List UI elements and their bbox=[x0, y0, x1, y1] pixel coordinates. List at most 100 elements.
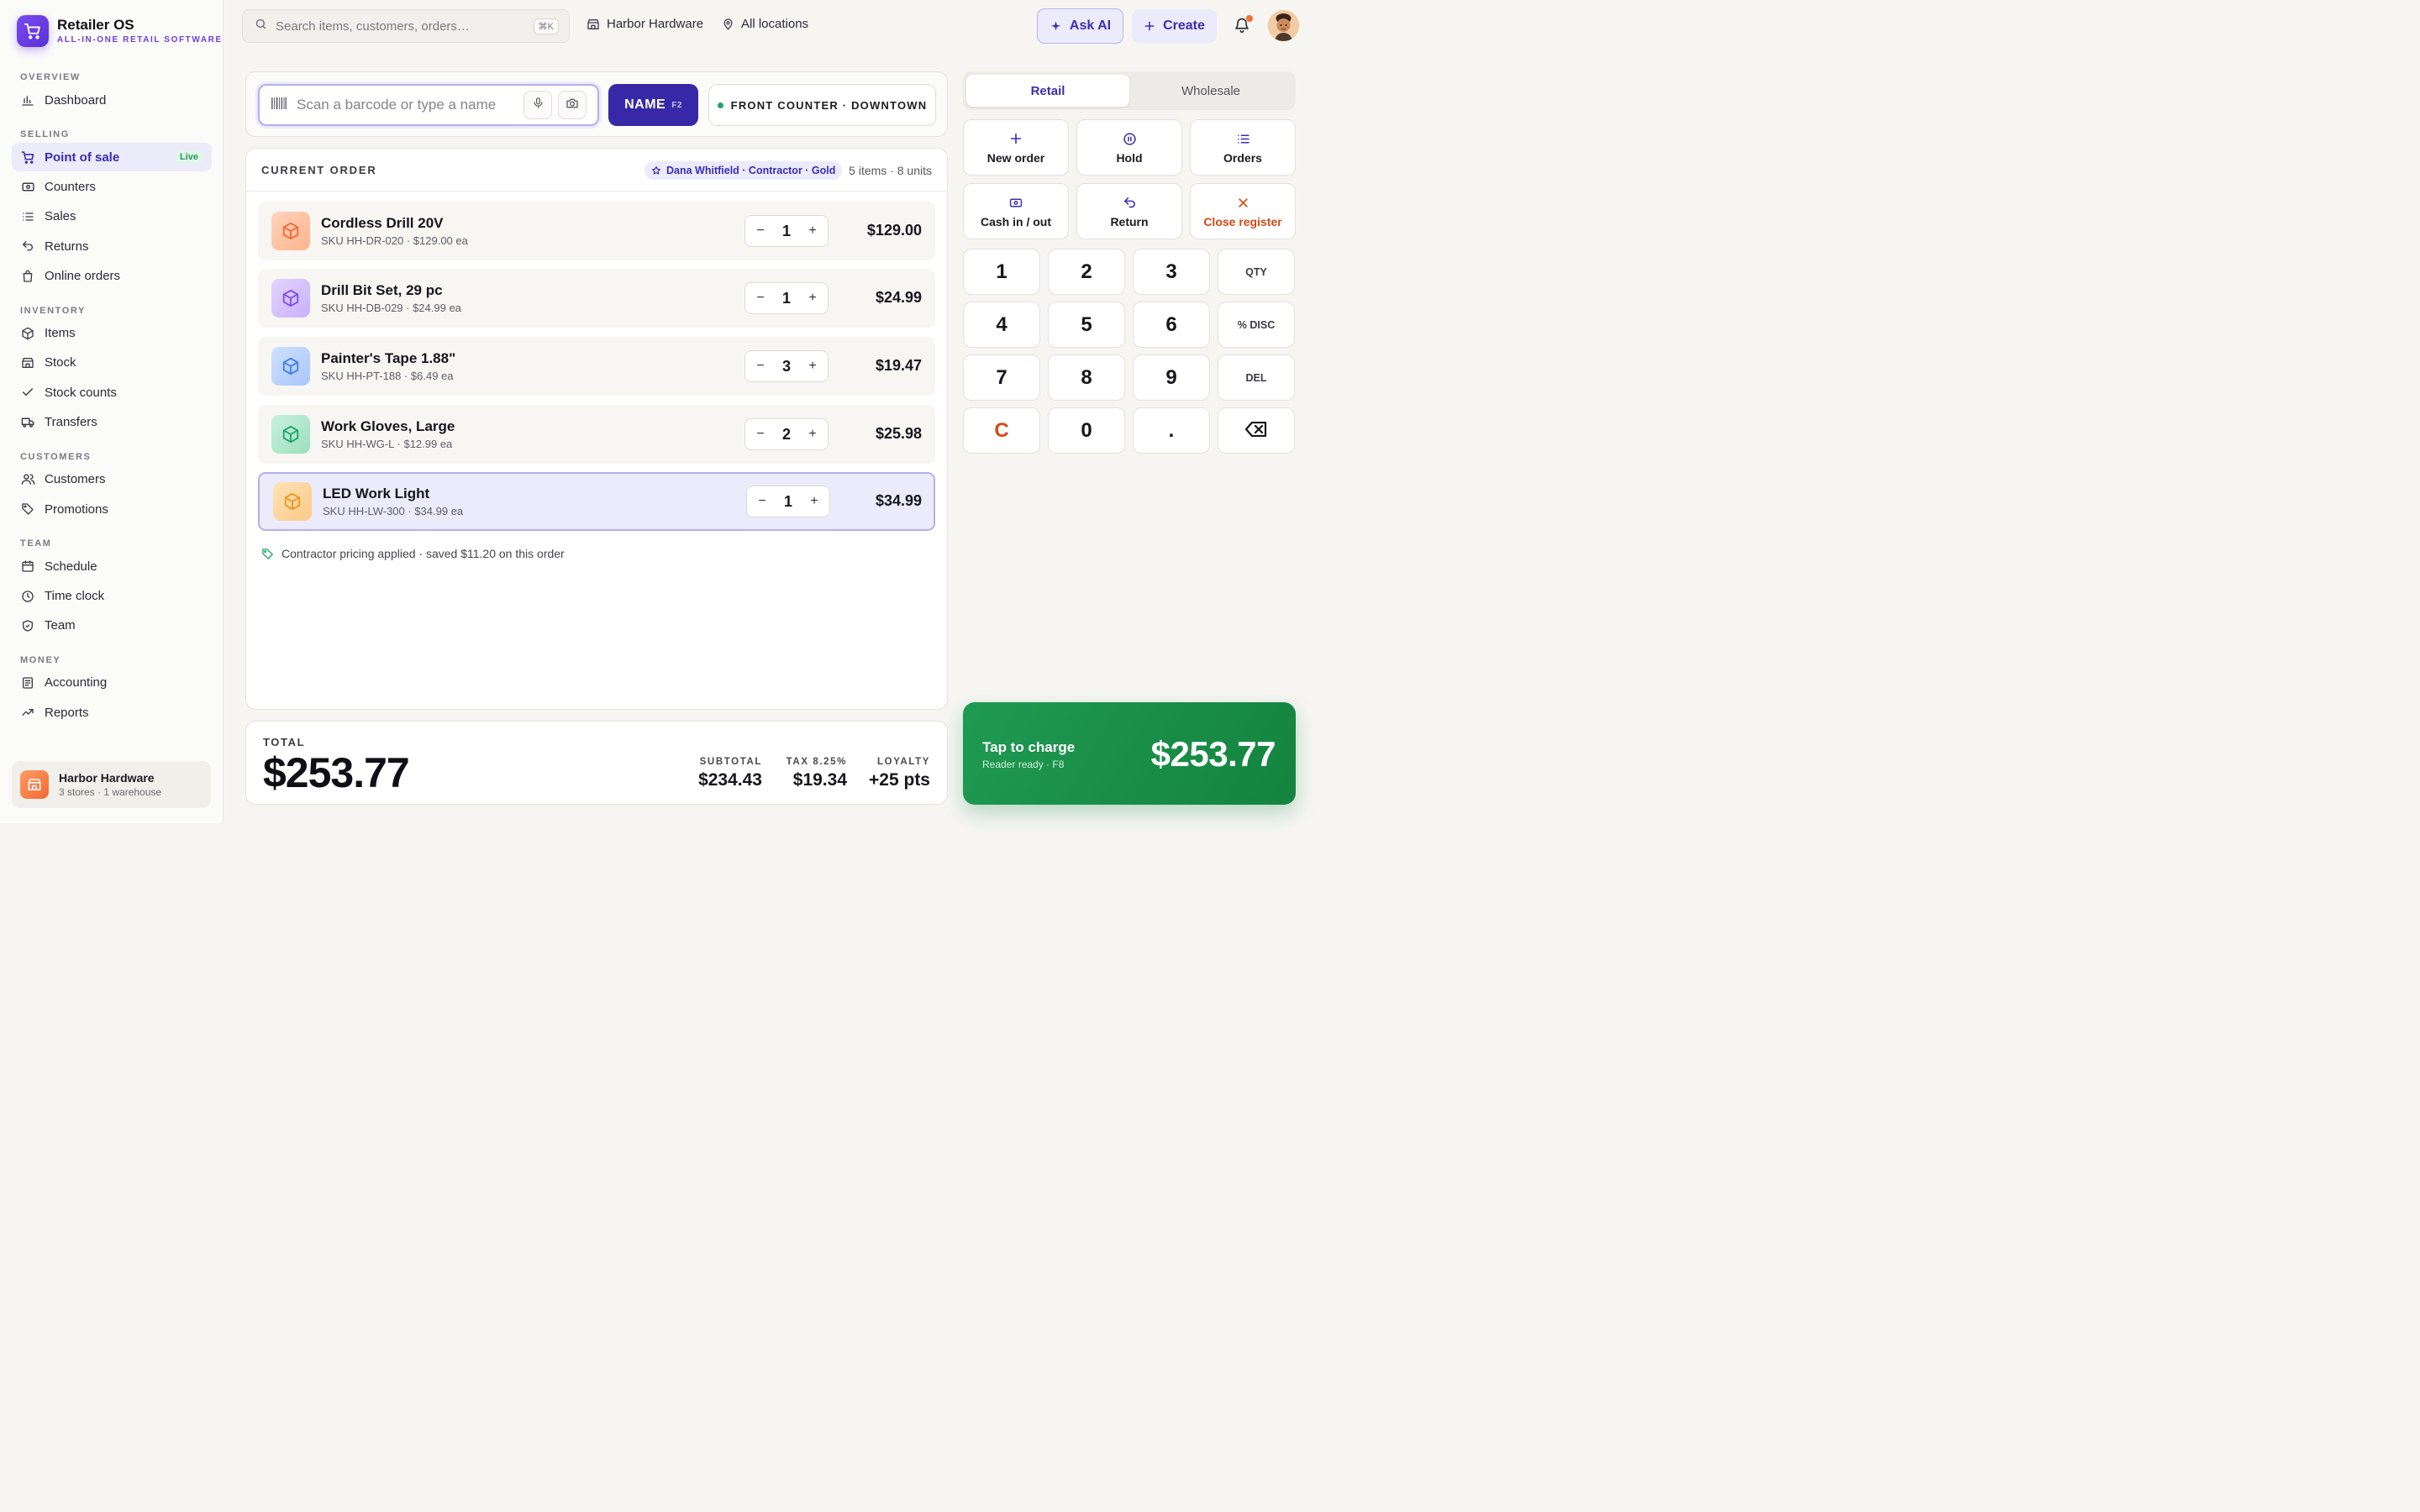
increment-button[interactable]: + bbox=[806, 359, 819, 374]
sidebar-item-dashboard[interactable]: Dashboard bbox=[12, 86, 212, 114]
brand[interactable]: Retailer OS ALL-IN-ONE RETAIL SOFTWARE bbox=[17, 15, 223, 47]
hold-button[interactable]: Hold bbox=[1076, 119, 1182, 176]
create-button[interactable]: Create bbox=[1132, 9, 1217, 43]
key-7[interactable]: 7 bbox=[963, 354, 1040, 401]
key-decimal[interactable]: . bbox=[1133, 407, 1210, 454]
sidebar-item-point-of-sale[interactable]: Point of sale Live bbox=[12, 143, 212, 171]
key-0[interactable]: 0 bbox=[1048, 407, 1125, 454]
barcode-input[interactable] bbox=[297, 97, 515, 113]
sidebar-item-accounting[interactable]: Accounting bbox=[12, 669, 212, 697]
voice-search-button[interactable] bbox=[523, 91, 552, 119]
key-6[interactable]: 6 bbox=[1133, 302, 1210, 348]
box-icon bbox=[20, 326, 35, 341]
store-selector[interactable]: Harbor Hardware bbox=[587, 17, 703, 31]
line-item[interactable]: Cordless Drill 20V SKU HH-DR-020 · $129.… bbox=[258, 202, 935, 260]
tab-retail[interactable]: Retail bbox=[966, 75, 1129, 107]
increment-button[interactable]: + bbox=[806, 223, 819, 239]
sidebar-item-transfers[interactable]: Transfers bbox=[12, 408, 212, 437]
register-label: FRONT COUNTER · DOWNTOWN bbox=[730, 98, 928, 112]
search-input[interactable] bbox=[276, 18, 519, 34]
decrement-button[interactable]: − bbox=[754, 223, 767, 239]
tap-to-charge-button[interactable]: Tap to charge Reader ready · F8 $253.77 bbox=[963, 702, 1296, 805]
sidebar-item-items[interactable]: Items bbox=[12, 319, 212, 348]
sidebar-item-counters[interactable]: Counters bbox=[12, 172, 212, 201]
decrement-button[interactable]: − bbox=[754, 291, 767, 306]
orders-button[interactable]: Orders bbox=[1190, 119, 1296, 176]
key-backspace[interactable] bbox=[1218, 407, 1295, 454]
undo-icon bbox=[20, 239, 35, 254]
search-shortcut: ⌘K bbox=[533, 18, 559, 34]
sidebar-item-label: Accounting bbox=[45, 675, 108, 690]
tab-wholesale[interactable]: Wholesale bbox=[1129, 75, 1292, 107]
sidebar-item-customers[interactable]: Customers bbox=[12, 465, 212, 494]
sidebar-item-time-clock[interactable]: Time clock bbox=[12, 582, 212, 611]
sidebar-item-schedule[interactable]: Schedule bbox=[12, 552, 212, 580]
name-search-button[interactable]: NAME F2 bbox=[608, 84, 698, 126]
pricing-note: Contractor pricing applied · saved $11.2… bbox=[261, 547, 565, 560]
map-pin-icon bbox=[722, 18, 734, 30]
key-1[interactable]: 1 bbox=[963, 249, 1040, 295]
key-5[interactable]: 5 bbox=[1048, 302, 1125, 348]
camera-scan-button[interactable] bbox=[558, 91, 587, 119]
close-register-button[interactable]: Close register bbox=[1190, 183, 1296, 239]
key-8[interactable]: 8 bbox=[1048, 354, 1125, 401]
line-item[interactable]: Work Gloves, Large SKU HH-WG-L · $12.99 … bbox=[258, 405, 935, 464]
close-icon bbox=[1237, 194, 1249, 211]
sidebar-item-team[interactable]: Team bbox=[12, 612, 212, 640]
pricing-mode-tabs: Retail Wholesale bbox=[963, 71, 1296, 110]
key-clear[interactable]: C bbox=[963, 407, 1040, 454]
status-dot bbox=[717, 102, 723, 108]
decrement-button[interactable]: − bbox=[754, 359, 767, 374]
key-qty[interactable]: QTY bbox=[1218, 249, 1295, 295]
store-icon bbox=[20, 770, 49, 799]
box-icon bbox=[271, 279, 310, 318]
location-selector[interactable]: All locations bbox=[722, 17, 808, 31]
sidebar-item-returns[interactable]: Returns bbox=[12, 232, 212, 260]
cash-in-out-button[interactable]: Cash in / out bbox=[963, 183, 1069, 239]
notifications-button[interactable] bbox=[1234, 15, 1253, 38]
item-qty: 1 bbox=[781, 289, 791, 307]
global-search[interactable]: ⌘K bbox=[242, 9, 570, 43]
name-button-shortcut: F2 bbox=[671, 100, 682, 110]
decrement-button[interactable]: − bbox=[754, 427, 767, 442]
total-amount: $253.77 bbox=[263, 749, 410, 796]
sidebar-item-stock-counts[interactable]: Stock counts bbox=[12, 378, 212, 407]
item-qty: 2 bbox=[781, 425, 791, 443]
customer-chip[interactable]: Dana Whitfield · Contractor · Gold bbox=[644, 161, 843, 180]
sidebar-item-sales[interactable]: Sales bbox=[12, 202, 212, 231]
key-2[interactable]: 2 bbox=[1048, 249, 1125, 295]
sidebar-item-reports[interactable]: Reports bbox=[12, 698, 212, 727]
sidebar-item-stock[interactable]: Stock bbox=[12, 349, 212, 377]
key-4[interactable]: 4 bbox=[963, 302, 1040, 348]
decrement-button[interactable]: − bbox=[755, 494, 769, 509]
increment-button[interactable]: + bbox=[806, 291, 819, 306]
increment-button[interactable]: + bbox=[808, 494, 821, 509]
increment-button[interactable]: + bbox=[806, 427, 819, 442]
backspace-icon bbox=[1244, 419, 1267, 443]
register-selector[interactable]: FRONT COUNTER · DOWNTOWN bbox=[708, 84, 936, 126]
trending-up-icon bbox=[20, 705, 35, 720]
key-3[interactable]: 3 bbox=[1133, 249, 1210, 295]
line-item-selected[interactable]: LED Work Light SKU HH-LW-300 · $34.99 ea… bbox=[258, 472, 935, 531]
line-item[interactable]: Drill Bit Set, 29 pc SKU HH-DB-029 · $24… bbox=[258, 269, 935, 328]
new-order-button[interactable]: New order bbox=[963, 119, 1069, 176]
return-button[interactable]: Return bbox=[1076, 183, 1182, 239]
cash-register-icon bbox=[20, 179, 35, 194]
search-icon bbox=[255, 18, 267, 34]
quantity-stepper: − 1 + bbox=[746, 486, 830, 517]
key-9[interactable]: 9 bbox=[1133, 354, 1210, 401]
key-delete[interactable]: DEL bbox=[1218, 354, 1295, 401]
ask-ai-button[interactable]: Ask AI bbox=[1037, 8, 1123, 44]
loyalty-value: +25 pts bbox=[869, 770, 930, 790]
quantity-stepper: − 1 + bbox=[744, 215, 829, 247]
avatar[interactable] bbox=[1268, 10, 1299, 41]
key-discount[interactable]: % DISC bbox=[1218, 302, 1295, 348]
line-item[interactable]: Painter's Tape 1.88" SKU HH-PT-188 · $6.… bbox=[258, 337, 935, 396]
sidebar-item-online-orders[interactable]: Online orders bbox=[12, 262, 212, 291]
barcode-field[interactable] bbox=[258, 84, 599, 126]
store-switcher[interactable]: Harbor Hardware 3 stores · 1 warehouse bbox=[12, 761, 211, 808]
total-label: TOTAL bbox=[263, 736, 306, 748]
shield-icon bbox=[20, 618, 35, 633]
sidebar-item-promotions[interactable]: Promotions bbox=[12, 495, 212, 523]
brand-tagline: ALL-IN-ONE RETAIL SOFTWARE bbox=[57, 34, 223, 45]
